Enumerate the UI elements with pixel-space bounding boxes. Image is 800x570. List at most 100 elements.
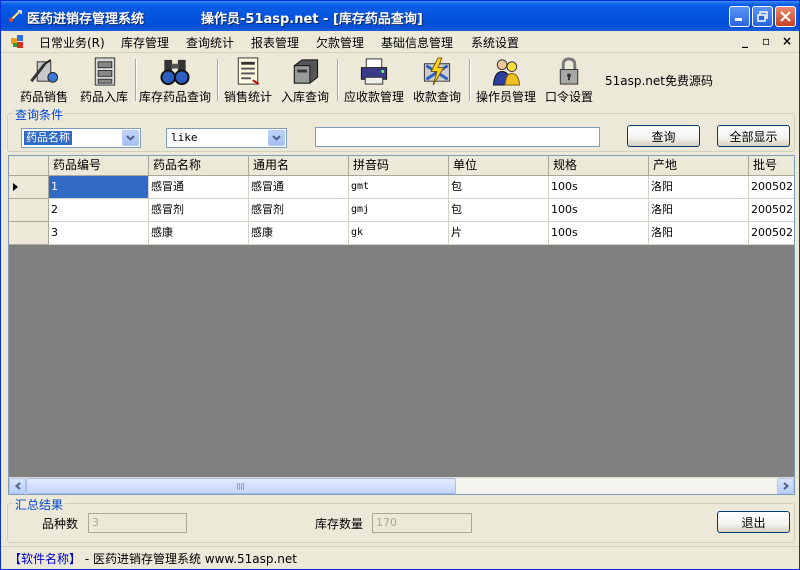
scroll-grip [237, 483, 245, 490]
table-row[interactable]: 3 感康 感康 gk 片 100s 洛阳 20050213 [9, 222, 794, 245]
mdi-close-button[interactable]: × [782, 34, 792, 48]
row-header[interactable] [9, 199, 49, 222]
cell-drug-id[interactable]: 1 [49, 176, 149, 199]
mdi-minimize-button[interactable]: _ [742, 34, 748, 48]
drug-sale-button[interactable]: 药品销售 [13, 55, 75, 105]
chevron-down-icon [272, 135, 281, 141]
field-select[interactable]: 药品名称 [21, 128, 141, 148]
col-header-drug-id[interactable]: 药品编号 [49, 156, 149, 176]
status-line: 【软件名称】 - 医药进销存管理系统 www.51asp.net [9, 550, 297, 567]
scroll-left-button[interactable] [9, 478, 26, 494]
users-icon [492, 59, 521, 86]
mdi-restore-button[interactable]: ▫ [762, 34, 770, 48]
chevron-right-icon [782, 482, 789, 490]
restore-button[interactable] [752, 6, 773, 27]
status-separator: - [81, 552, 93, 566]
cell-common-name[interactable]: 感冒通 [249, 176, 349, 199]
drug-stockin-button[interactable]: 药品入库 [73, 55, 135, 105]
operator-select-dropdown[interactable] [268, 130, 285, 146]
cell-pinyin[interactable]: gk [349, 222, 449, 245]
operator-select-value: like [171, 131, 198, 144]
menu-system-settings[interactable]: 系统设置 [471, 34, 519, 51]
toolbar-separator [217, 59, 219, 101]
row-header[interactable] [9, 222, 49, 245]
app-window: 医药进销存管理系统 操作员-51asp.net - [库存药品查询] 日常业务(… [0, 0, 800, 570]
kinds-count-field: 3 [88, 513, 187, 533]
password-settings-button[interactable]: 口令设置 [541, 55, 597, 105]
cell-drug-name[interactable]: 感冒剂 [149, 199, 249, 222]
cell-common-name[interactable]: 感康 [249, 222, 349, 245]
cell-batch[interactable]: 20050213 [749, 199, 794, 222]
query-button[interactable]: 查询 [627, 125, 700, 147]
table-row[interactable]: 1 感冒通 感冒通 gmt 包 100s 洛阳 20050213 [9, 176, 794, 199]
menu-bar: 日常业务(R) 库存管理 查询统计 报表管理 欠款管理 基础信息管理 系统设置 … [1, 31, 799, 53]
summary-group-title: 汇总结果 [13, 496, 66, 513]
col-header-spec[interactable]: 规格 [549, 156, 649, 176]
operator-select[interactable]: like [166, 128, 287, 148]
drug-data-grid[interactable]: 药品编号 药品名称 通用名 拼音码 单位 规格 产地 批号 1 感冒通 感冒通 … [8, 155, 795, 495]
col-header-common-name[interactable]: 通用名 [249, 156, 349, 176]
lightning-icon [423, 57, 451, 86]
keyword-input[interactable] [315, 127, 600, 147]
cell-spec[interactable]: 100s [549, 222, 649, 245]
stockin-query-button[interactable]: 入库查询 [277, 55, 333, 105]
current-row-arrow-icon [13, 183, 18, 191]
menu-base-info[interactable]: 基础信息管理 [381, 34, 453, 51]
close-button[interactable] [775, 6, 796, 27]
title-bar[interactable]: 医药进销存管理系统 操作员-51asp.net - [库存药品查询] [1, 1, 799, 31]
horizontal-scrollbar[interactable] [9, 477, 794, 494]
promo-text: 51asp.net免费源码 [605, 74, 714, 88]
exit-button[interactable]: 退出 [717, 511, 790, 533]
row-header[interactable] [9, 176, 49, 199]
minimize-icon [735, 18, 742, 21]
cell-batch[interactable]: 20050213 [749, 222, 794, 245]
stock-query-label: 库存药品查询 [138, 90, 211, 104]
cell-common-name[interactable]: 感冒剂 [249, 199, 349, 222]
cell-batch[interactable]: 20050213 [749, 176, 794, 199]
receivables-button[interactable]: 应收款管理 [341, 55, 407, 105]
menu-daily-business[interactable]: 日常业务(R) [39, 34, 105, 51]
minimize-button[interactable] [729, 6, 750, 27]
cell-origin[interactable]: 洛阳 [649, 222, 749, 245]
cell-unit[interactable]: 包 [449, 199, 549, 222]
show-all-button[interactable]: 全部显示 [717, 125, 790, 147]
cell-drug-id[interactable]: 2 [49, 199, 149, 222]
chevron-left-icon [14, 482, 21, 490]
cell-spec[interactable]: 100s [549, 199, 649, 222]
scroll-right-button[interactable] [777, 478, 794, 494]
menu-query-stats[interactable]: 查询统计 [186, 34, 234, 51]
table-row[interactable]: 2 感冒剂 感冒剂 gmj 包 100s 洛阳 20050213 [9, 199, 794, 222]
sales-stats-button[interactable]: 销售统计 [221, 55, 275, 105]
cell-pinyin[interactable]: gmt [349, 176, 449, 199]
mdi-child-icon[interactable] [11, 35, 27, 49]
cell-origin[interactable]: 洛阳 [649, 199, 749, 222]
cell-drug-name[interactable]: 感康 [149, 222, 249, 245]
close-icon [780, 11, 791, 22]
menu-arrears[interactable]: 欠款管理 [316, 34, 364, 51]
sales-stats-label: 销售统计 [223, 90, 272, 104]
printer-icon [360, 58, 388, 85]
cell-unit[interactable]: 包 [449, 176, 549, 199]
cell-drug-name[interactable]: 感冒通 [149, 176, 249, 199]
payment-query-button[interactable]: 收款查询 [409, 55, 465, 105]
operator-manage-button[interactable]: 操作员管理 [473, 55, 539, 105]
cell-pinyin[interactable]: gmj [349, 199, 449, 222]
col-header-drug-name[interactable]: 药品名称 [149, 156, 249, 176]
cell-drug-id[interactable]: 3 [49, 222, 149, 245]
field-select-dropdown[interactable] [122, 130, 139, 146]
menu-reports[interactable]: 报表管理 [251, 34, 299, 51]
cabinet-icon [293, 59, 319, 84]
col-header-origin[interactable]: 产地 [649, 156, 749, 176]
scroll-thumb[interactable] [26, 478, 456, 494]
menu-inventory[interactable]: 库存管理 [121, 34, 169, 51]
window-title: 操作员-51asp.net - [库存药品查询] [201, 12, 423, 27]
col-header-unit[interactable]: 单位 [449, 156, 549, 176]
app-icon [9, 10, 22, 22]
col-header-batch[interactable]: 批号 [749, 156, 794, 176]
col-header-pinyin[interactable]: 拼音码 [349, 156, 449, 176]
cell-origin[interactable]: 洛阳 [649, 176, 749, 199]
stock-query-button[interactable]: 库存药品查询 [135, 55, 215, 105]
restore-icon [757, 11, 768, 22]
cell-spec[interactable]: 100s [549, 176, 649, 199]
cell-unit[interactable]: 片 [449, 222, 549, 245]
